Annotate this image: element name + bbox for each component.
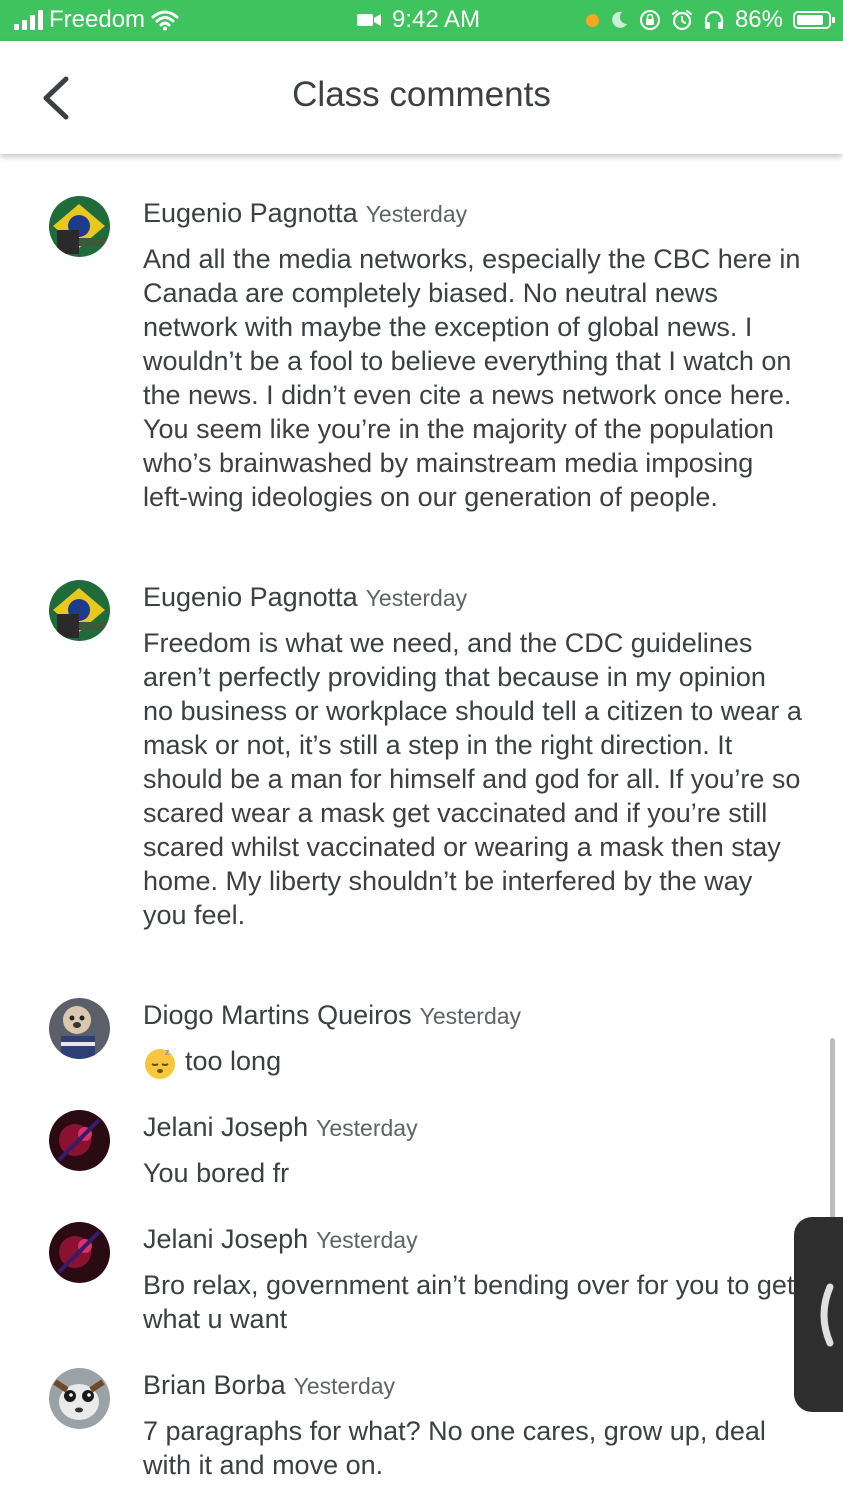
moon-icon: [612, 11, 627, 28]
comment-author: Eugenio Pagnotta: [143, 198, 358, 228]
comment-text: You bored fr: [143, 1158, 290, 1188]
video-recording-icon: [357, 14, 381, 26]
comment-text: Bro relax, government ain’t bending over…: [143, 1270, 795, 1334]
comment-time: Yesterday: [316, 1227, 418, 1253]
comment-time: Yesterday: [365, 201, 468, 227]
comment-time: Yesterday: [365, 585, 468, 611]
comment-time: Yesterday: [419, 1003, 522, 1029]
page-title: Class comments: [292, 75, 551, 114]
brazil-flag-avatar: [49, 196, 110, 257]
dog-avatar: [49, 998, 110, 1059]
avatar[interactable]: [49, 580, 110, 641]
status-bar: Freedom 9:42 AM 86%: [0, 0, 843, 41]
avatar[interactable]: [49, 998, 110, 1059]
signal-icon: [14, 10, 43, 30]
battery-icon: [793, 11, 835, 29]
edge-panel-handle[interactable]: [794, 1217, 843, 1412]
animal-face-avatar: [49, 1368, 110, 1429]
brazil-flag-avatar: [49, 580, 110, 641]
avatar[interactable]: [49, 1222, 110, 1283]
app-header: Class comments: [0, 41, 843, 154]
svg-text:z: z: [165, 1047, 170, 1057]
comment-time: Yesterday: [293, 1373, 396, 1399]
wifi-icon: [151, 10, 179, 31]
comment-author: Jelani Joseph: [143, 1112, 309, 1142]
carrier-label: Freedom: [49, 6, 146, 33]
dark-red-avatar: [49, 1222, 110, 1283]
avatar[interactable]: [49, 1110, 110, 1171]
avatar[interactable]: [49, 196, 110, 257]
dark-red-avatar: [49, 1110, 110, 1171]
comment-text: And all the media networks, especially t…: [143, 244, 801, 512]
microphone-indicator-icon: [585, 13, 599, 27]
rotation-lock-icon: [639, 10, 660, 30]
sleeping-face-icon: z: [145, 1047, 175, 1079]
alarm-icon: [671, 10, 692, 31]
avatar[interactable]: [49, 1368, 110, 1429]
comment-text: 7 paragraphs for what? No one cares, gro…: [143, 1416, 766, 1480]
chevron-left-icon: [820, 1283, 834, 1347]
headphones-icon: [704, 10, 724, 29]
comment-text: too long: [185, 1046, 282, 1076]
scrollbar[interactable]: [830, 1038, 835, 1220]
clock-time: 9:42 AM: [392, 6, 481, 33]
comment-author: Eugenio Pagnotta: [143, 582, 358, 612]
battery-percent: 86%: [734, 6, 783, 33]
comment-author: Brian Borba: [143, 1370, 286, 1400]
comment-author: Diogo Martins Queiros: [143, 1000, 412, 1030]
comment-author: Jelani Joseph: [143, 1224, 309, 1254]
comment-text: Freedom is what we need, and the CDC gui…: [143, 628, 802, 930]
comment-time: Yesterday: [316, 1115, 418, 1141]
